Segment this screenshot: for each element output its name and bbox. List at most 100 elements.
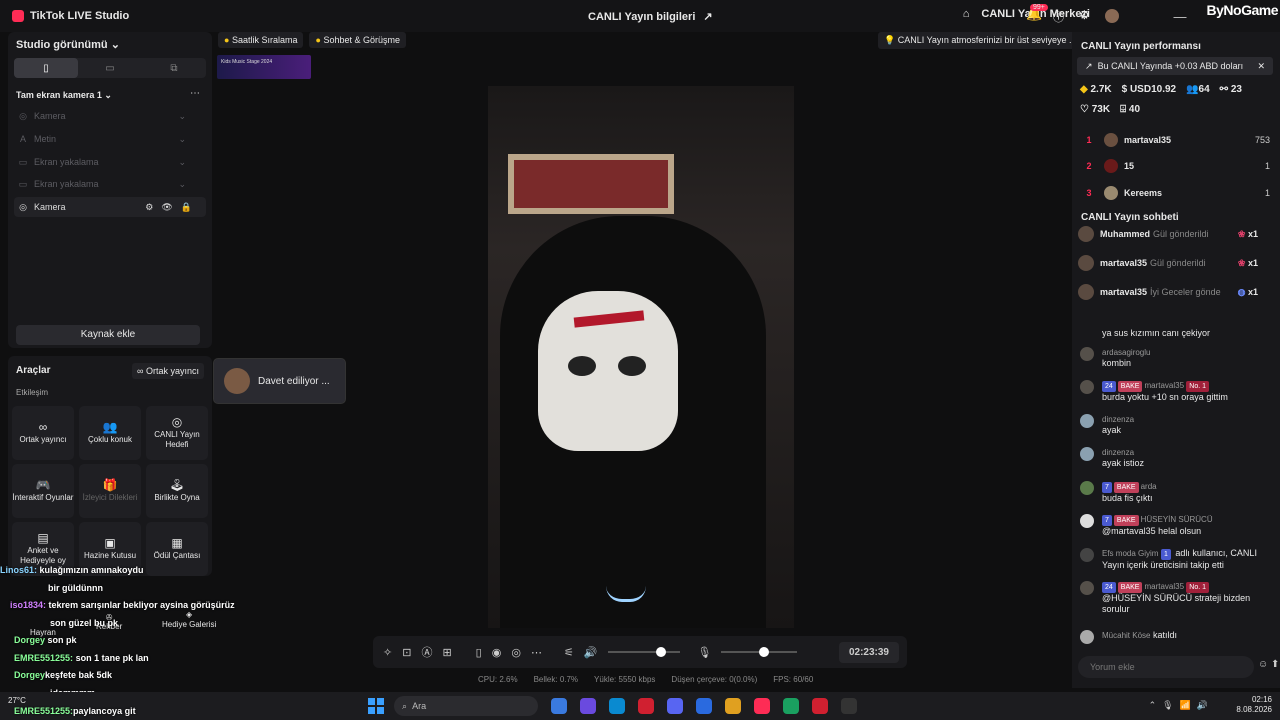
- scene-selector[interactable]: Tam ekran kamera 1 ⌄: [16, 90, 112, 101]
- invite-popup[interactable]: Davet ediliyor ...: [213, 358, 346, 404]
- taskbar-search[interactable]: ⌕ Ara: [394, 696, 538, 716]
- camera-settings-icon[interactable]: ◎: [511, 646, 521, 659]
- ranking-row[interactable]: 1 martaval35 753: [1080, 129, 1270, 151]
- chat-message[interactable]: 7 BAKE arda buda fis çıktı: [1080, 481, 1276, 504]
- chat-message[interactable]: dinzenza ayak: [1080, 414, 1276, 436]
- emoji-send-icons[interactable]: ☺ ⬆: [1258, 659, 1279, 670]
- camera-icon: ◎: [19, 110, 27, 121]
- more-icon[interactable]: ⋯: [531, 646, 542, 659]
- app-icon[interactable]: [783, 698, 799, 714]
- split-layout-icon[interactable]: ⧉: [142, 58, 206, 78]
- source-row-active[interactable]: ◎ Kamera ⚙👁🔒: [14, 197, 206, 217]
- chat-username-line: 24 BAKE martaval35 No. 1: [1102, 581, 1276, 593]
- avatar: [1080, 414, 1094, 428]
- kpi-viewers: 👥64: [1186, 84, 1210, 95]
- chat-message[interactable]: 24 BAKE martaval35 No. 1 @HÜSEYİN SÜRÜCÜ st…: [1080, 581, 1276, 615]
- tool-multi-guest[interactable]: 👥 Çoklu konuk: [79, 406, 141, 460]
- avatar: [1104, 159, 1118, 173]
- earnings-banner[interactable]: ↗ Bu CANLI Yayında +0.03 ABD doları ✕: [1077, 57, 1273, 75]
- gift-msg: Gül gönderildi: [1150, 258, 1206, 268]
- opera-icon[interactable]: [638, 698, 654, 714]
- store-icon[interactable]: [696, 698, 712, 714]
- diamond-icon: ◆: [1080, 84, 1088, 95]
- source-row[interactable]: ◎ Kamera ⌄: [14, 106, 206, 126]
- record-icon[interactable]: ◉: [492, 646, 502, 659]
- edge-icon[interactable]: [609, 698, 625, 714]
- chat-message[interactable]: ya sus kızımın canı çekiyor: [1080, 328, 1276, 342]
- discord-icon[interactable]: [667, 698, 683, 714]
- tool-co-host[interactable]: ∞ Ortak yayıncı: [12, 406, 74, 460]
- portrait-layout-icon[interactable]: ▯: [14, 58, 78, 78]
- avatar: [1078, 255, 1094, 271]
- tool-play-together[interactable]: 🕹 Birlikte Oyna: [146, 464, 208, 518]
- slider-knob[interactable]: [655, 647, 666, 657]
- add-source-button[interactable]: Kaynak ekle: [16, 325, 200, 345]
- link-icon: ∞: [38, 419, 48, 434]
- ranking-row[interactable]: 3 Kereems 1: [1080, 182, 1270, 204]
- tiktok-icon[interactable]: [754, 698, 770, 714]
- kpi-value: 40: [1128, 104, 1141, 115]
- ai-icon[interactable]: Ⓐ: [421, 644, 432, 660]
- source-row[interactable]: ▭ Ekran yakalama ⌄: [14, 174, 206, 194]
- co-host-button[interactable]: ∞ Ortak yayıncı: [132, 363, 204, 379]
- speaker-icon[interactable]: 🔊: [584, 646, 598, 659]
- source-label: Ekran yakalama: [34, 179, 99, 189]
- more-icon[interactable]: ⋯: [190, 88, 200, 99]
- ranking-row[interactable]: 2 15 1: [1080, 155, 1270, 177]
- chat-message[interactable]: ardasagiroglu kombin: [1080, 347, 1276, 369]
- phone-icon[interactable]: ▯: [476, 646, 482, 659]
- settings-gear-icon[interactable]: ⚙: [1079, 8, 1090, 22]
- slider-knob[interactable]: [759, 647, 770, 657]
- tool-label: Birlikte Oyna: [154, 492, 200, 502]
- promo-banner[interactable]: Kids Music Stage 2024: [217, 55, 311, 79]
- source-actions[interactable]: ⚙👁🔒: [145, 202, 200, 213]
- kpi-value: 2.7K: [1090, 84, 1112, 95]
- clock[interactable]: 02:16 8.08.2026: [1236, 695, 1272, 715]
- chevron-down-icon: ⌄: [178, 110, 186, 121]
- tip-banner[interactable]: 💡 CANLI Yayın atmosferinizi bir üst sevi…: [878, 32, 1083, 49]
- rank-number: 2: [1086, 161, 1092, 171]
- chat-message[interactable]: dinzenza ayak istioz: [1080, 447, 1276, 469]
- live-info-button[interactable]: CANLI Yayın bilgileri ↗: [588, 10, 713, 24]
- follow-icon: ⚯: [1219, 84, 1229, 95]
- chat-message[interactable]: 7 BAKE HÜSEYİN SÜRÜCÜ @martaval35 helal ols…: [1080, 514, 1276, 537]
- minimize-icon[interactable]: —: [1160, 0, 1200, 32]
- chat-message[interactable]: Efs moda Giyim 1 adlı kullanıcı, CANLI Y…: [1080, 548, 1276, 571]
- mic-volume-slider[interactable]: [721, 647, 798, 657]
- chrome-icon[interactable]: [725, 698, 741, 714]
- speaker-volume-slider[interactable]: [607, 647, 680, 657]
- studio-view-title[interactable]: Studio görünümü ⌄: [16, 38, 120, 51]
- chat-message[interactable]: Mücahit Köse katıldı: [1080, 630, 1276, 644]
- landscape-layout-icon[interactable]: ▭: [78, 58, 142, 78]
- magic-icon[interactable]: ✧: [383, 646, 392, 659]
- overlay-user: Dorgey: [14, 670, 46, 680]
- source-row[interactable]: ▭ Ekran yakalama ⌄: [14, 152, 206, 172]
- help-icon[interactable]: ⓘ: [1053, 9, 1064, 25]
- co-host-label: Ortak yayıncı: [145, 366, 199, 376]
- comment-input[interactable]: Yorum ekle: [1078, 656, 1254, 678]
- tool-label: İzleyici Dilekleri: [82, 492, 138, 502]
- chat-meet-chip[interactable]: ● Sohbet & Görüşme: [309, 32, 406, 48]
- source-row[interactable]: A Metin ⌄: [14, 129, 206, 149]
- windows-start-icon[interactable]: [368, 698, 384, 714]
- tool-interactive-games[interactable]: 🎮 İnteraktif Oyunlar: [12, 464, 74, 518]
- youtube-icon[interactable]: [812, 698, 828, 714]
- gift-icon: ⌹: [1120, 104, 1127, 115]
- chrome-icon[interactable]: [551, 698, 567, 714]
- avatar[interactable]: [1105, 9, 1119, 23]
- perf-title: CANLI Yayın performansı: [1081, 41, 1201, 52]
- teams-icon[interactable]: [580, 698, 596, 714]
- screen-add-icon[interactable]: ⊞: [442, 646, 451, 659]
- chat-message[interactable]: 24 BAKE martaval35 No. 1 burda yoktu +10 sn…: [1080, 380, 1276, 403]
- system-tray[interactable]: ⌃🎙📶🔊: [1149, 700, 1214, 711]
- tool-live-goal[interactable]: ◎ CANLI Yayın Hedefi: [146, 406, 208, 460]
- tune-icon[interactable]: ⚟: [564, 646, 574, 659]
- tool-viewer-wishes[interactable]: 🎁 İzleyici Dilekleri: [79, 464, 141, 518]
- app-icon[interactable]: [841, 698, 857, 714]
- weather-widget[interactable]: 27°C: [8, 696, 26, 705]
- mic-icon[interactable]: 🎙: [698, 646, 712, 659]
- close-icon[interactable]: ✕: [1257, 61, 1265, 72]
- hourly-ranking-chip[interactable]: ● Saatlik Sıralama: [218, 32, 304, 48]
- gift-user: Muhammed: [1100, 229, 1151, 239]
- effects-icon[interactable]: ⊡: [402, 646, 411, 659]
